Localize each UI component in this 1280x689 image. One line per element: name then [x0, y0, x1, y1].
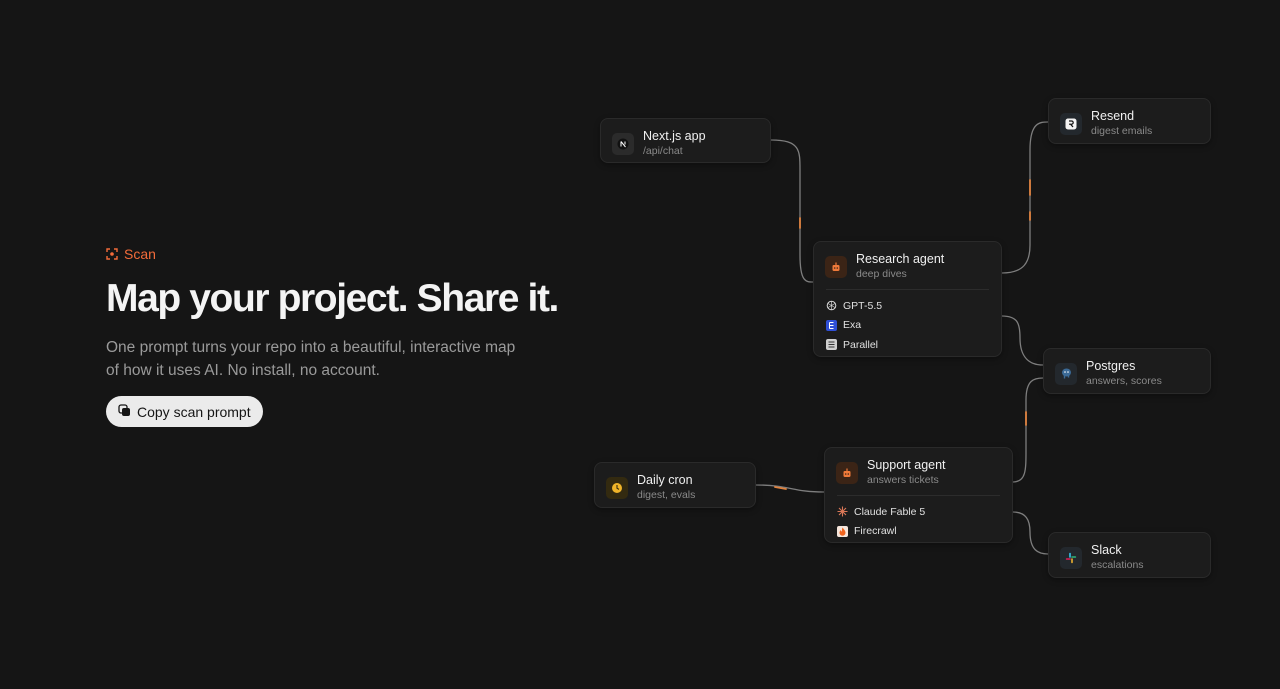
parallel-icon	[826, 339, 837, 351]
edge-research-postgres	[1001, 315, 1044, 366]
node-resend[interactable]: Resend digest emails	[1048, 98, 1211, 144]
node-subtitle: /api/chat	[643, 145, 683, 157]
node-subtitle: escalations	[1091, 559, 1144, 571]
tool-item: Parallel	[826, 335, 989, 355]
page-subtitle: One prompt turns your repo into a beauti…	[106, 339, 516, 379]
agent-icon	[825, 255, 847, 278]
clock-icon	[606, 476, 628, 499]
node-research-agent[interactable]: Research agent deep dives GPT-5.5 Exa Pa…	[813, 241, 1002, 357]
node-title: Daily cron	[637, 473, 693, 487]
edge-support-slack	[1012, 511, 1049, 555]
firecrawl-icon	[837, 525, 848, 537]
node-title: Slack	[1091, 543, 1122, 557]
eyebrow: Scan	[106, 246, 576, 262]
node-postgres[interactable]: Postgres answers, scores	[1043, 348, 1211, 394]
claude-icon	[837, 506, 848, 517]
tool-item: GPT-5.5	[826, 296, 989, 316]
node-title: Postgres	[1086, 359, 1136, 373]
copy-scan-prompt-button[interactable]: Copy scan prompt	[106, 396, 263, 427]
edge-cron-support	[755, 484, 825, 493]
eyebrow-label: Scan	[124, 246, 156, 262]
edge-nextjs-research	[770, 139, 814, 283]
node-subtitle: digest, evals	[637, 489, 696, 501]
postgres-icon	[1055, 362, 1077, 385]
edge-pulse	[774, 486, 787, 490]
node-title: Next.js app	[643, 129, 706, 143]
tool-label: Exa	[843, 319, 862, 332]
scan-icon	[106, 248, 118, 260]
edge-research-resend	[1001, 121, 1049, 274]
node-support-agent[interactable]: Support agent answers tickets Claude Fab…	[824, 447, 1013, 543]
node-subtitle: deep dives	[856, 268, 907, 280]
page-title: Map your project. Share it.	[106, 277, 559, 320]
tool-list: GPT-5.5 Exa Parallel	[814, 290, 1001, 359]
node-title: Support agent	[867, 458, 946, 472]
copy-scan-prompt-label: Copy scan prompt	[137, 403, 251, 420]
tool-label: Firecrawl	[854, 525, 897, 538]
node-daily-cron[interactable]: Daily cron digest, evals	[594, 462, 756, 508]
tool-label: Claude Fable 5	[854, 505, 926, 518]
copy-icon	[118, 403, 131, 420]
nextjs-icon	[612, 132, 634, 155]
node-nextjs-app[interactable]: Next.js app /api/chat	[600, 118, 771, 163]
slack-icon	[1060, 546, 1082, 569]
tool-label: Parallel	[843, 338, 879, 351]
node-subtitle: answers tickets	[867, 474, 939, 486]
resend-icon	[1060, 112, 1082, 135]
exa-icon	[826, 319, 837, 331]
tool-item: Claude Fable 5	[837, 502, 1000, 522]
node-subtitle: digest emails	[1091, 125, 1153, 137]
tool-label: GPT-5.5	[843, 299, 883, 312]
tool-item: Exa	[826, 316, 989, 336]
hero-section: Scan Map your project. Share it. One pro…	[106, 246, 576, 427]
tool-item: Firecrawl	[837, 522, 1000, 542]
openai-icon	[826, 300, 837, 311]
edge-support-postgres	[1012, 377, 1044, 483]
node-subtitle: answers, scores	[1086, 375, 1162, 387]
agent-icon	[836, 461, 858, 484]
node-title: Resend	[1091, 109, 1135, 123]
tool-list: Claude Fable 5 Firecrawl	[825, 496, 1012, 545]
node-slack[interactable]: Slack escalations	[1048, 532, 1211, 578]
node-title: Research agent	[856, 252, 945, 266]
